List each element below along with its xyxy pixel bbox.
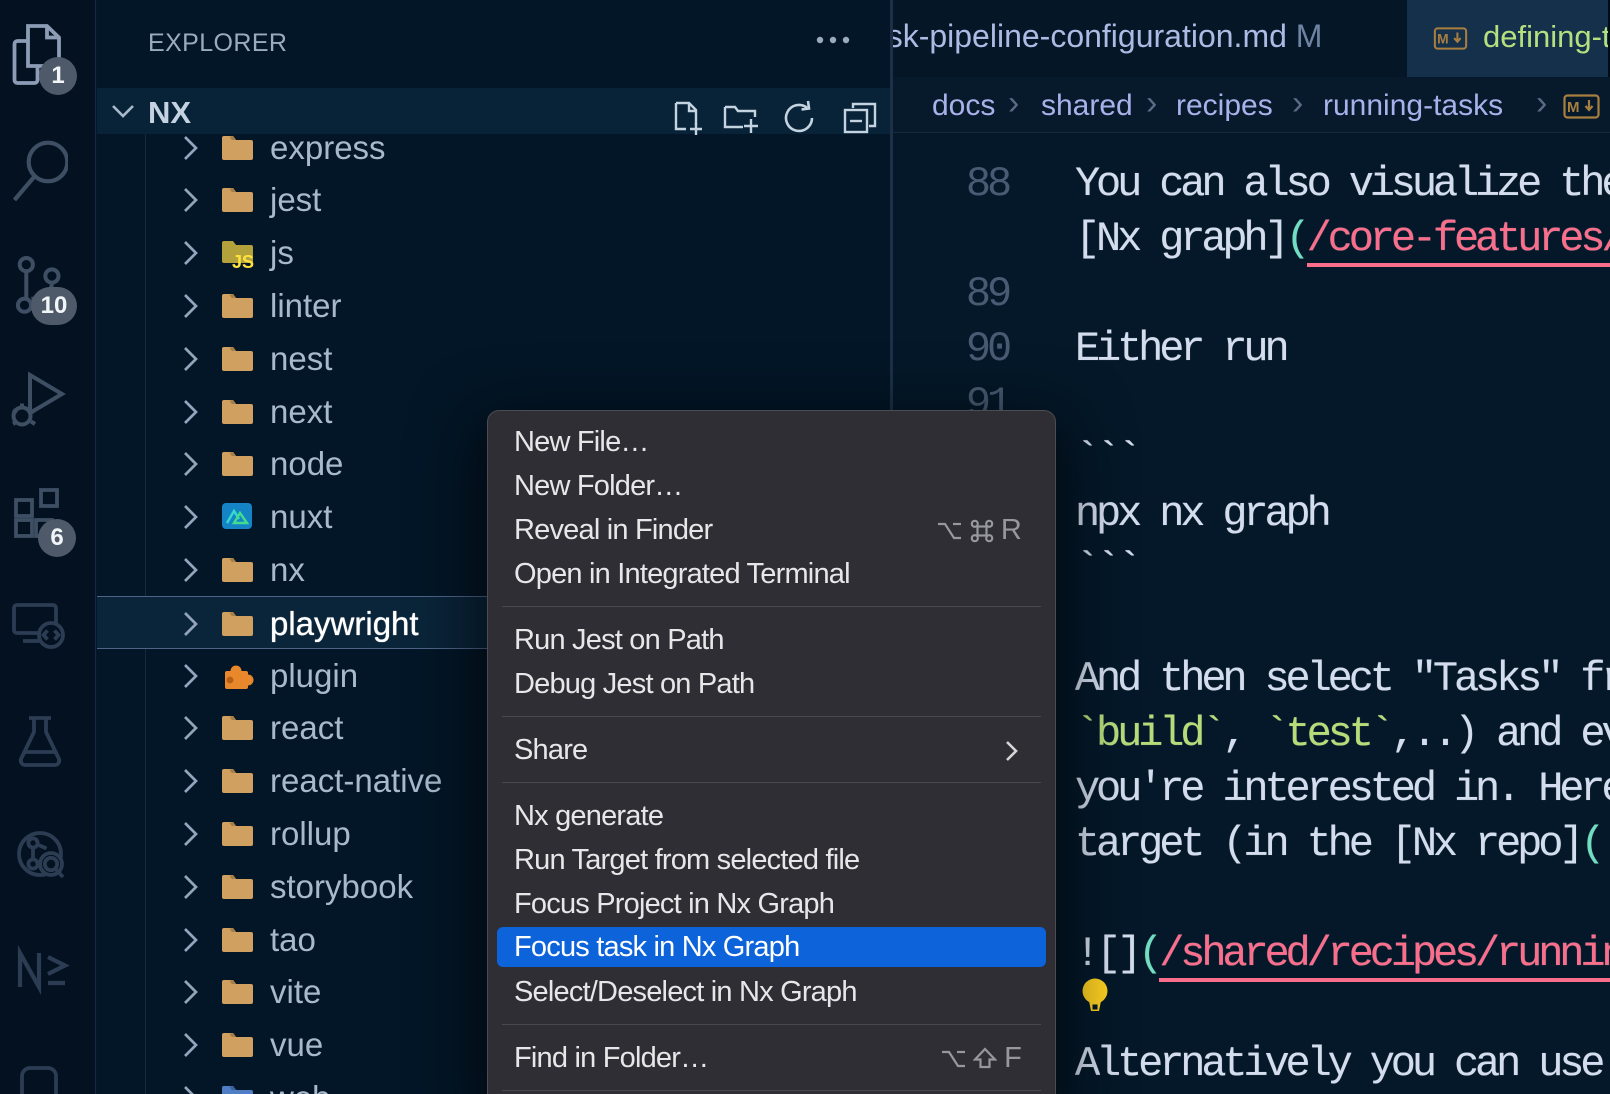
- svg-text:M: M: [1437, 32, 1449, 47]
- svg-text:JS: JS: [232, 252, 254, 268]
- svg-text:M: M: [1567, 99, 1580, 116]
